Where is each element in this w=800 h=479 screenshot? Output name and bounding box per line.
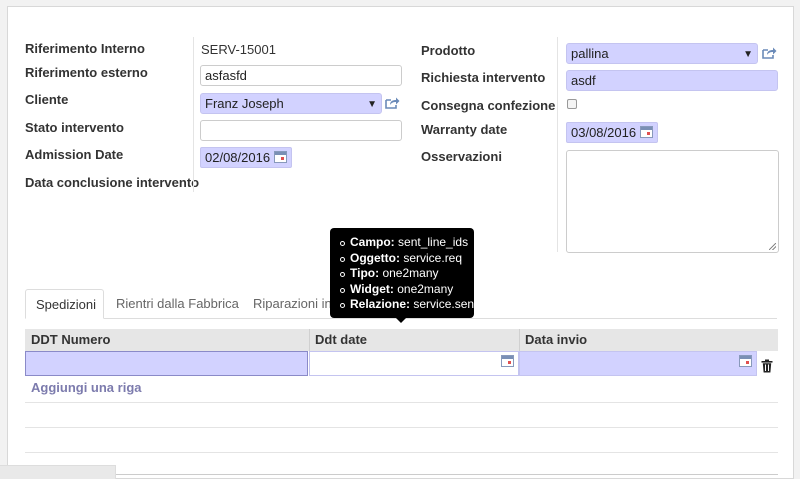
admission-date-value: 02/08/2016 — [205, 150, 271, 165]
tooltip-arrow — [396, 318, 406, 323]
field-info-tooltip: Campo: sent_line_ids Oggetto: service.re… — [330, 228, 477, 318]
tooltip-key: Relazione: — [350, 297, 411, 311]
add-row-link[interactable]: Aggiungi una riga — [31, 380, 142, 395]
tab-rientri-fabbrica[interactable]: Rientri dalla Fabbrica — [106, 289, 249, 319]
trash-icon[interactable] — [761, 359, 773, 373]
riferimento-esterno-input[interactable]: asfasfd — [200, 65, 402, 86]
label-cliente: Cliente — [25, 92, 69, 107]
column-header-ddt-date[interactable]: Ddt date — [309, 329, 367, 351]
column-header-ddt-numero[interactable]: DDT Numero — [25, 329, 110, 351]
tooltip-key: Widget: — [350, 281, 394, 296]
chevron-down-icon: ▼ — [367, 99, 377, 110]
ddt-numero-cell-input[interactable] — [25, 351, 308, 376]
label-warranty-date: Warranty date — [421, 122, 508, 137]
tab-spedizioni[interactable]: Spedizioni — [25, 289, 104, 319]
resize-grip-icon[interactable] — [769, 243, 776, 250]
table-row — [25, 452, 778, 453]
table-row — [25, 427, 778, 428]
stato-intervento-input[interactable] — [200, 120, 402, 141]
tooltip-item: Campo: sent_line_ids — [340, 235, 469, 251]
column-header-data-invio[interactable]: Data invio — [519, 329, 587, 351]
tooltip-item: Oggetto: service.req — [340, 250, 468, 267]
tooltip-key: Tipo: — [350, 266, 380, 280]
chevron-down-icon: ▼ — [743, 49, 753, 60]
label-riferimento-esterno: Riferimento esterno — [25, 65, 148, 80]
tooltip-item: Relazione: service.sent — [340, 297, 477, 313]
label-osservazioni: Osservazioni — [421, 149, 502, 164]
ddt-date-cell-input[interactable] — [309, 351, 519, 376]
cliente-select[interactable]: Franz Joseph ▼ — [200, 93, 382, 114]
tooltip-value: service.req — [403, 250, 463, 265]
calendar-icon[interactable] — [274, 151, 287, 163]
divider — [193, 37, 194, 192]
label-admission-date: Admission Date — [25, 147, 124, 162]
label-data-conclusione: Data conclusione intervento — [25, 175, 200, 190]
tab-rientri-label: Rientri dalla Fabbrica — [116, 296, 239, 311]
admission-date-input[interactable]: 02/08/2016 — [200, 147, 292, 168]
divider — [557, 37, 558, 252]
prodotto-select[interactable]: pallina ▼ — [566, 43, 758, 64]
consegna-confezione-checkbox[interactable] — [567, 99, 577, 109]
tooltip-key: Campo: — [350, 235, 395, 249]
tooltip-item: Tipo: one2many — [340, 266, 468, 282]
external-link-icon[interactable] — [761, 46, 777, 60]
osservazioni-textarea[interactable] — [566, 150, 779, 253]
status-bar — [0, 465, 116, 479]
riferimento-interno-value: SERV-15001 — [201, 42, 276, 57]
label-stato-intervento: Stato intervento — [25, 120, 124, 135]
label-richiesta-intervento: Richiesta intervento — [421, 70, 546, 85]
richiesta-intervento-input[interactable]: asdf — [566, 70, 778, 91]
tab-spedizioni-label: Spedizioni — [36, 297, 96, 312]
tooltip-value: one2many — [382, 266, 439, 280]
tooltip-value: one2many — [397, 281, 454, 296]
warranty-date-value: 03/08/2016 — [571, 125, 637, 140]
table-header: DDT Numero Ddt date Data invio — [25, 329, 778, 351]
warranty-date-input[interactable]: 03/08/2016 — [566, 122, 658, 143]
tooltip-value: service.sent — [413, 297, 478, 311]
label-consegna-confezione: Consegna confezione — [421, 98, 556, 113]
table-footer-line — [25, 474, 778, 475]
cliente-value: Franz Joseph — [205, 96, 284, 111]
calendar-icon[interactable] — [640, 126, 653, 138]
external-link-icon[interactable] — [384, 96, 400, 110]
label-riferimento-interno: Riferimento Interno — [25, 41, 145, 56]
prodotto-value: pallina — [571, 46, 609, 61]
data-invio-cell-input[interactable] — [519, 351, 757, 376]
calendar-icon[interactable] — [739, 355, 752, 367]
tooltip-key: Oggetto: — [350, 250, 400, 265]
tooltip-item: Widget: one2many — [340, 281, 468, 298]
tab-riparazioni-label: Riparazioni in s — [253, 296, 342, 311]
table-row — [25, 402, 778, 403]
calendar-icon[interactable] — [501, 355, 514, 367]
tooltip-value: sent_line_ids — [398, 235, 469, 249]
label-prodotto: Prodotto — [421, 43, 476, 58]
